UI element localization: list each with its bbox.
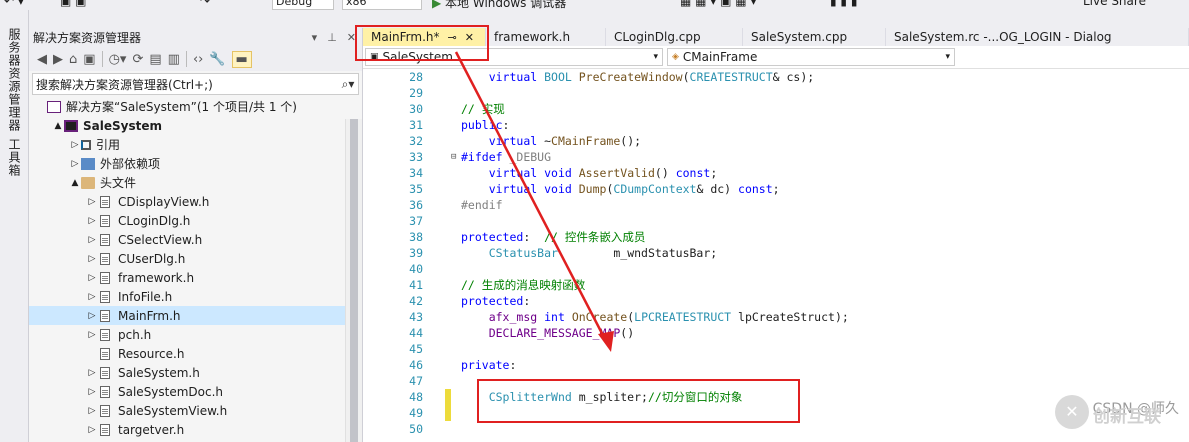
- arrow-head: [598, 331, 614, 352]
- annotation-box-code: [477, 379, 800, 423]
- arrow-line: [454, 51, 610, 346]
- logo-icon: ✕: [1055, 395, 1089, 429]
- annotation-arrow: [454, 51, 614, 352]
- logo-text: 创新互联: [1093, 407, 1161, 427]
